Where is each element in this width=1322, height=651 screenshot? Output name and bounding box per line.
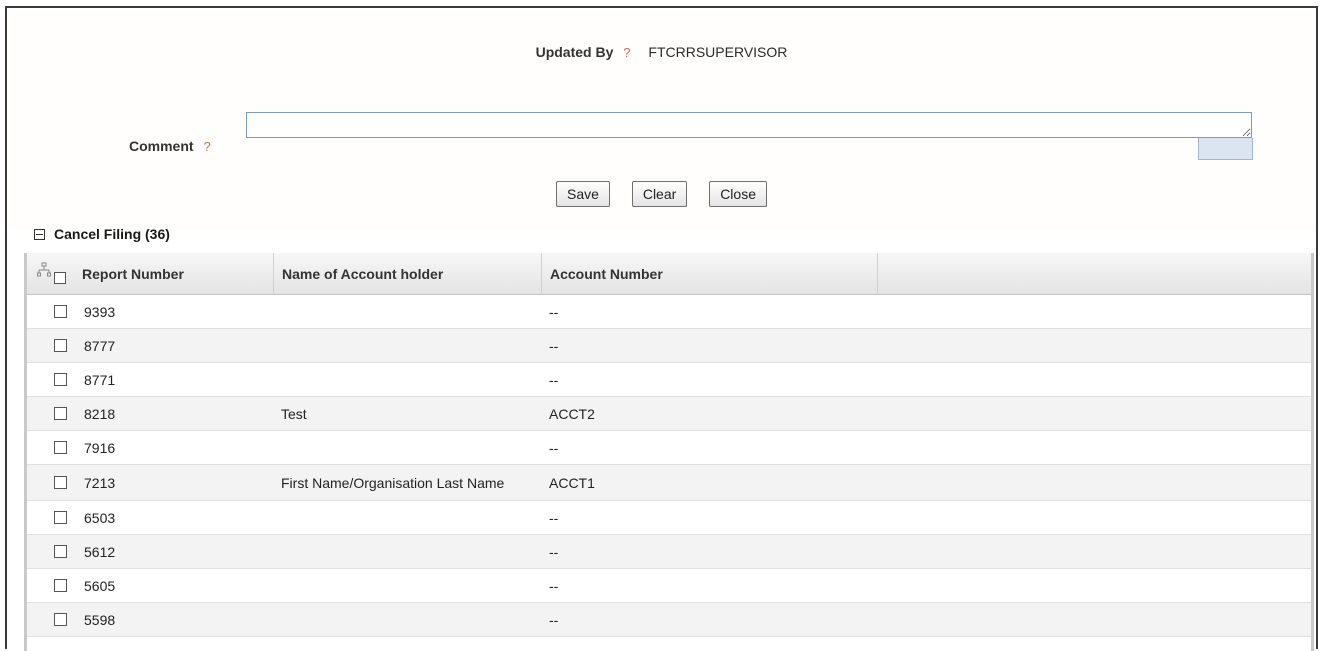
account-number-cell: ACCT1: [549, 475, 595, 491]
report-number-cell[interactable]: 7916: [84, 431, 274, 465]
updated-by-row: Updated By ? FTCRRSUPERVISOR: [7, 44, 1316, 60]
row-checkbox[interactable]: [54, 613, 67, 626]
account-number-cell: ACCT2: [549, 406, 595, 422]
table-row[interactable]: 7213 First Name/Organisation Last Name A…: [27, 465, 1311, 501]
section-header: Cancel Filing (36): [34, 226, 170, 242]
select-all-checkbox[interactable]: [54, 272, 66, 284]
table-row[interactable]: 5605 --: [27, 569, 1311, 603]
cancel-filing-form: Updated By ? FTCRRSUPERVISOR Comment ? S…: [7, 8, 1316, 230]
row-checkbox[interactable]: [54, 407, 67, 420]
account-number-cell: --: [549, 440, 559, 456]
comment-label-group: Comment ?: [129, 138, 219, 154]
row-checkbox[interactable]: [54, 511, 67, 524]
window-frame: Updated By ? FTCRRSUPERVISOR Comment ? S…: [5, 6, 1318, 651]
account-number-cell: --: [549, 578, 559, 594]
column-header-account-holder[interactable]: Name of Account holder: [274, 253, 542, 295]
table-row[interactable]: 9393 --: [27, 295, 1311, 329]
column-header-report-number[interactable]: Report Number: [74, 253, 274, 295]
save-button[interactable]: Save: [556, 181, 610, 207]
account-holder-cell: [281, 569, 541, 603]
account-holder-cell: Test: [281, 406, 307, 422]
account-holder-cell: [281, 431, 541, 465]
table-row[interactable]: 5598 --: [27, 603, 1311, 637]
row-checkbox[interactable]: [54, 373, 67, 386]
report-number-cell[interactable]: 8218: [84, 397, 274, 431]
account-holder-cell: First Name/Organisation Last Name: [281, 475, 505, 491]
account-holder-cell: [281, 329, 541, 363]
hierarchy-icon[interactable]: [37, 262, 51, 280]
form-buttons: Save Clear Close: [7, 181, 1316, 207]
table-row[interactable]: 7916 --: [27, 431, 1311, 465]
account-number-cell: --: [549, 304, 559, 320]
column-header-account-number[interactable]: Account Number: [542, 253, 878, 295]
report-number-cell[interactable]: 9393: [84, 295, 274, 329]
table-row[interactable]: 8771 --: [27, 363, 1311, 397]
comment-resize-handle[interactable]: [1198, 138, 1253, 160]
account-number-cell: --: [549, 372, 559, 388]
clear-button[interactable]: Clear: [631, 181, 688, 207]
account-holder-cell: [281, 501, 541, 535]
account-number-cell: --: [549, 510, 559, 526]
updated-by-value: FTCRRSUPERVISOR: [648, 44, 788, 60]
report-number-cell[interactable]: 5598: [84, 603, 274, 637]
table-row[interactable]: 6503 --: [27, 501, 1311, 535]
account-number-cell: --: [549, 612, 559, 628]
account-holder-cell: [281, 363, 541, 397]
account-number-cell: --: [549, 338, 559, 354]
table-row[interactable]: 8777 --: [27, 329, 1311, 363]
updated-by-label: Updated By: [535, 44, 614, 60]
filing-grid: Report Number Name of Account holder Acc…: [24, 253, 1314, 651]
collapse-icon[interactable]: [34, 228, 45, 240]
grid-header: Report Number Name of Account holder Acc…: [27, 253, 1311, 295]
table-row[interactable]: 8218 Test ACCT2: [27, 397, 1311, 431]
account-holder-cell: [281, 295, 541, 329]
account-number-cell: --: [549, 544, 559, 560]
row-checkbox[interactable]: [54, 476, 67, 489]
comment-label: Comment: [129, 138, 194, 154]
row-checkbox[interactable]: [54, 579, 67, 592]
account-holder-cell: [281, 535, 541, 569]
help-icon[interactable]: ?: [623, 45, 630, 60]
row-checkbox[interactable]: [54, 339, 67, 352]
comment-input[interactable]: [246, 112, 1252, 138]
row-checkbox[interactable]: [54, 545, 67, 558]
row-checkbox[interactable]: [54, 305, 67, 318]
account-holder-cell: [281, 603, 541, 637]
report-number-cell[interactable]: 6503: [84, 501, 274, 535]
table-row[interactable]: 5612 --: [27, 535, 1311, 569]
report-number-cell[interactable]: 7213: [84, 465, 274, 501]
report-number-cell[interactable]: 8777: [84, 329, 274, 363]
report-number-cell[interactable]: 5605: [84, 569, 274, 603]
row-checkbox[interactable]: [54, 441, 67, 454]
section-title: Cancel Filing (36): [54, 226, 170, 242]
report-number-cell[interactable]: 8771: [84, 363, 274, 397]
help-icon[interactable]: ?: [203, 139, 210, 154]
report-number-cell[interactable]: 5612: [84, 535, 274, 569]
close-button[interactable]: Close: [709, 181, 767, 207]
